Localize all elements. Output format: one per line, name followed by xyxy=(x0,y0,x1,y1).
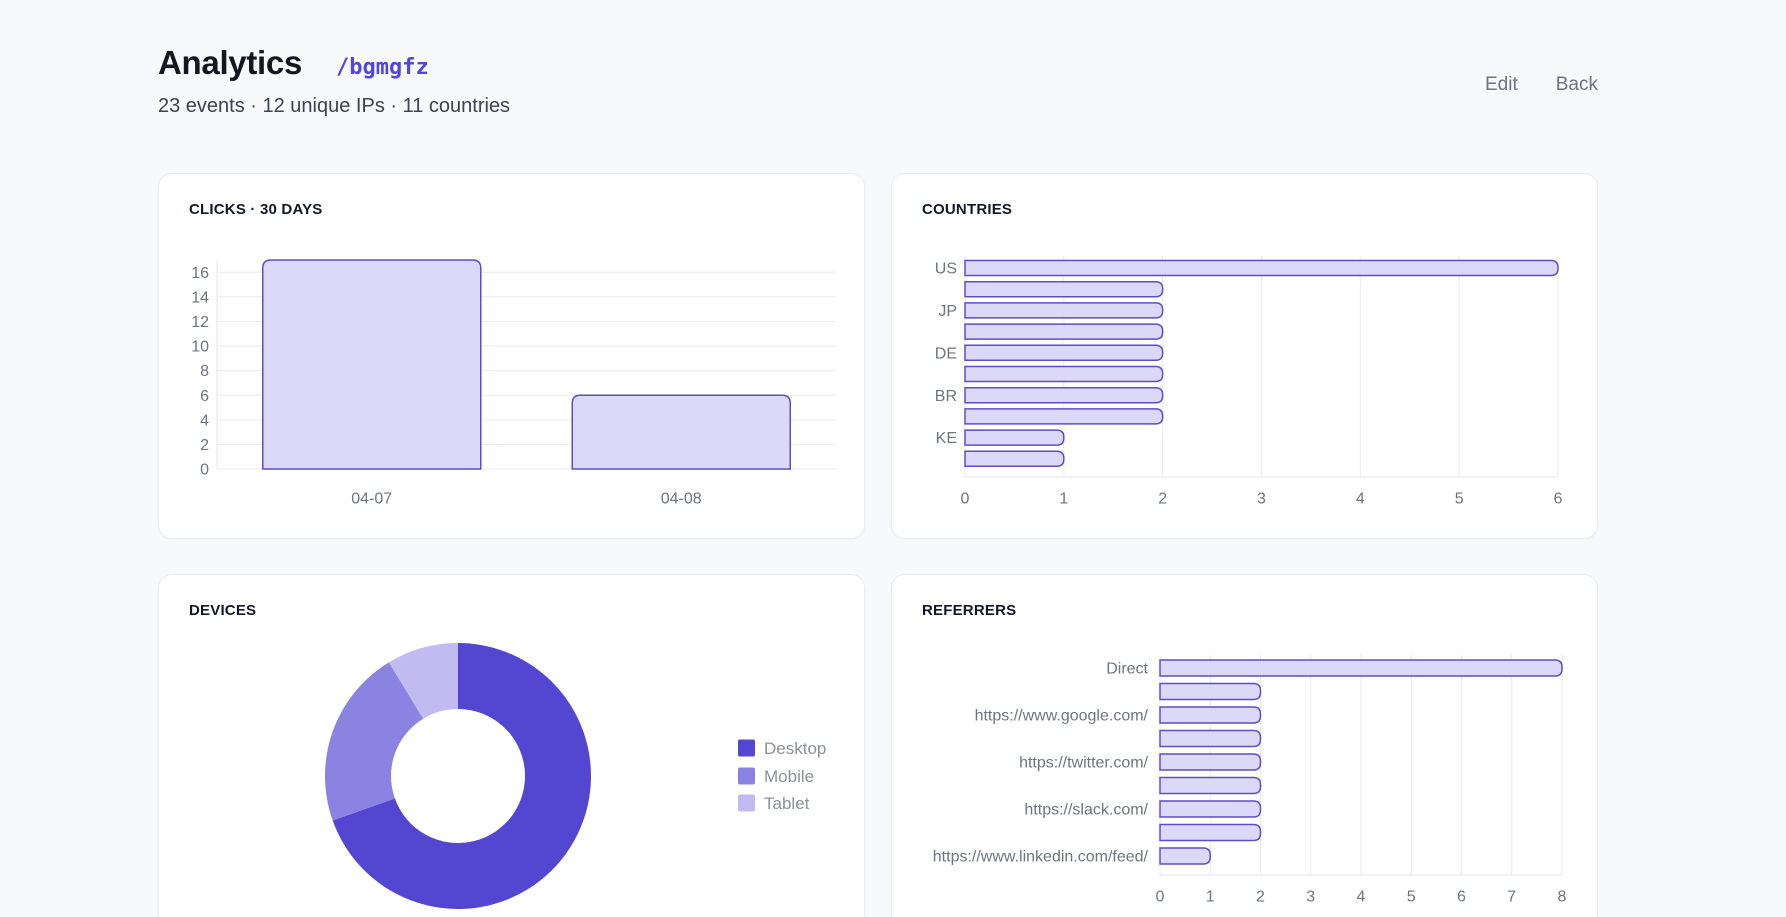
tick-label: 3 xyxy=(1306,889,1315,906)
devices-chart-svg: Desktop Mobile Tablet xyxy=(189,631,836,917)
referrers-card-title: REFERRERS xyxy=(922,603,1567,619)
title-row: Analytics /bgmgfz xyxy=(158,44,1485,82)
tick-label: https://www.linkedin.com/feed/ xyxy=(933,849,1149,866)
tick-label: DE xyxy=(935,345,957,362)
legend-swatch-mobile xyxy=(738,768,755,785)
bar-US xyxy=(965,261,1558,276)
tick-label: 6 xyxy=(200,388,209,405)
bar-row-1 xyxy=(1160,684,1261,700)
header-actions: Edit Back xyxy=(1485,74,1598,96)
legend-swatch-desktop xyxy=(738,740,755,757)
page-title: Analytics xyxy=(158,44,302,82)
bar-row-3 xyxy=(965,324,1163,339)
tick-label: 3 xyxy=(1257,491,1266,508)
clicks-chart: 0 2 4 6 8 10 12 14 16 04-07 04-08 xyxy=(189,230,834,532)
short-link-slug: /bgmgfz xyxy=(336,55,429,80)
tick-label: 14 xyxy=(191,289,209,306)
tick-label: 4 xyxy=(1357,889,1366,906)
tick-label: JP xyxy=(938,303,957,320)
tick-label: BR xyxy=(935,388,957,405)
countries-card-title: COUNTRIES xyxy=(922,202,1567,218)
analytics-page: Analytics /bgmgfz 23 events · 12 unique … xyxy=(158,0,1598,917)
tick-label: 8 xyxy=(1558,889,1567,906)
page-header: Analytics /bgmgfz 23 events · 12 unique … xyxy=(158,44,1598,118)
bar-DE xyxy=(965,345,1163,360)
bar-04-08 xyxy=(572,395,790,469)
bar-https://www.google.com/ xyxy=(1160,707,1261,723)
cards-grid: CLICKS · 30 DAYS 024681012141604-0704-08… xyxy=(158,173,1598,917)
legend-swatch-tablet xyxy=(738,795,755,812)
tick-label: 4 xyxy=(1356,491,1365,508)
tick-label: 04-07 xyxy=(351,491,392,508)
tick-label: 16 xyxy=(191,265,209,282)
tick-label: 2 xyxy=(1158,491,1167,508)
bar-https://slack.com/ xyxy=(1160,801,1261,817)
tick-label: US xyxy=(935,261,957,278)
bar-row-3 xyxy=(1160,731,1261,747)
legend-label-mobile: Mobile xyxy=(764,767,814,786)
clicks-card-title: CLICKS · 30 DAYS xyxy=(189,202,834,218)
clicks-card: CLICKS · 30 DAYS 0 2 4 6 8 10 12 14 16 04-07 04-08 xyxy=(158,173,865,539)
tick-label: 5 xyxy=(1455,491,1464,508)
tick-label: https://twitter.com/ xyxy=(1019,755,1148,772)
bar-BR xyxy=(965,388,1163,403)
bar-row-7 xyxy=(965,409,1163,424)
bar-JP xyxy=(965,303,1163,318)
bar-row-1 xyxy=(965,282,1163,297)
tick-label: 1 xyxy=(1059,491,1068,508)
tick-label: 6 xyxy=(1457,889,1466,906)
tick-label: 2 xyxy=(1256,889,1265,906)
tick-label: 12 xyxy=(191,314,209,331)
referrers-card: REFERRERS 0 1 2 3 4 5 6 7 8 Direct https://www.goo… xyxy=(891,574,1598,917)
tick-label: 6 xyxy=(1554,491,1563,508)
tick-label: 0 xyxy=(200,462,209,479)
edit-button[interactable]: Edit xyxy=(1485,74,1518,96)
bar-04-07 xyxy=(263,260,481,469)
countries-card: COUNTRIES 0 1 2 3 4 5 6 US JP DE BR KE xyxy=(891,173,1598,539)
tick-label: 4 xyxy=(200,412,209,429)
tick-label: https://slack.com/ xyxy=(1024,802,1148,819)
tick-label: 7 xyxy=(1507,889,1516,906)
tick-label: 10 xyxy=(191,339,209,356)
tick-label: Direct xyxy=(1106,661,1148,678)
tick-label: https://www.google.com/ xyxy=(975,708,1149,725)
tick-label: 8 xyxy=(200,363,209,380)
bar-KE xyxy=(965,430,1064,445)
tick-label: 0 xyxy=(961,491,970,508)
tick-label: 1 xyxy=(1206,889,1215,906)
page-header-left: Analytics /bgmgfz 23 events · 12 unique … xyxy=(158,44,1485,118)
countries-chart: 0 1 2 3 4 5 6 US JP DE BR KE xyxy=(922,230,1567,522)
tick-label: 5 xyxy=(1407,889,1416,906)
tick-label: 2 xyxy=(200,437,209,454)
devices-card: DEVICES Desktop Mobile Tablet xyxy=(158,574,865,917)
bar-row-5 xyxy=(965,367,1163,382)
legend-label-desktop: Desktop xyxy=(764,739,826,758)
bar-https://www.linkedin.com/feed/ xyxy=(1160,848,1210,864)
bar-row-7 xyxy=(1160,825,1261,841)
countries-chart-svg: 0 1 2 3 4 5 6 US JP DE BR KE xyxy=(922,230,1569,522)
bar-row-9 xyxy=(965,451,1064,466)
tick-label: 04-08 xyxy=(661,491,702,508)
bar-row-5 xyxy=(1160,778,1261,794)
clicks-chart-svg: 0 2 4 6 8 10 12 14 16 04-07 04-08 xyxy=(189,230,836,532)
back-button[interactable]: Back xyxy=(1556,74,1598,96)
referrers-chart-svg: 0 1 2 3 4 5 6 7 8 Direct https://www.google.com/ht… xyxy=(922,631,1569,917)
bar-Direct xyxy=(1160,660,1562,676)
bar-https://twitter.com/ xyxy=(1160,754,1261,770)
referrers-chart: 0 1 2 3 4 5 6 7 8 Direct https://www.google.com/ht… xyxy=(922,631,1567,917)
devices-card-title: DEVICES xyxy=(189,603,834,619)
tick-label: KE xyxy=(936,430,957,447)
legend-label-tablet: Tablet xyxy=(764,794,810,813)
tick-label: 0 xyxy=(1156,889,1165,906)
devices-chart: Desktop Mobile Tablet xyxy=(189,631,834,917)
stats-summary: 23 events · 12 unique IPs · 11 countries xyxy=(158,95,1485,118)
